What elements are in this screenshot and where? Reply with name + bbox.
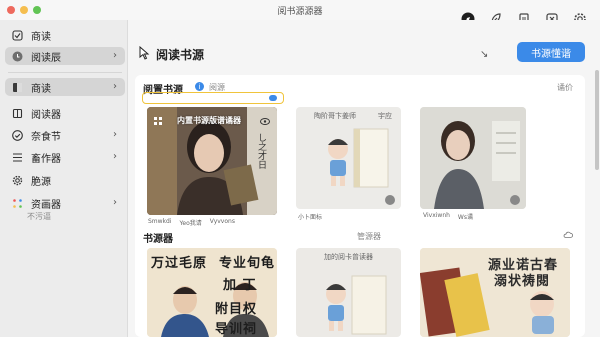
gear-icon <box>11 174 23 186</box>
sidebar-item-3[interactable]: 阅读器 <box>5 104 125 122</box>
cloud-icon[interactable] <box>563 230 573 240</box>
cover-text: 万过毛原 <box>151 256 208 271</box>
grid-dots-icon <box>11 197 23 209</box>
window-title: 阅书源源器 <box>277 6 323 17</box>
cover-text: 溺状祷閱 <box>494 274 551 289</box>
card-side-text: し之才日 <box>256 133 266 169</box>
cover-cartoon-image <box>326 275 387 335</box>
card-meta: Smwkdi Yeo我请 Vyvvons <box>148 218 235 227</box>
sidebar-item-label: 阅读器 <box>31 109 61 121</box>
section-header: 书源器 管源器 <box>143 228 573 245</box>
cover-portrait-image <box>420 107 526 209</box>
sidebar-item-2[interactable]: 商读 › <box>5 78 125 96</box>
selection-highlight <box>142 92 284 104</box>
checkbox-icon <box>11 29 23 41</box>
grid-icon[interactable] <box>153 116 163 126</box>
sidebar-item-label: 阅读辰 <box>31 52 61 64</box>
card-meta-item: Ws谲 <box>457 214 473 221</box>
sidebar-divider <box>8 72 122 73</box>
sort-arrow-icon[interactable]: ↘ <box>480 49 488 60</box>
sidebar-item-label: 商读 <box>31 31 51 43</box>
main-header: 阅读书源 ↘ 书源懂谐 <box>128 40 600 68</box>
clock-icon <box>11 50 23 62</box>
sidebar-item-4[interactable]: 奈食节 › <box>5 126 125 144</box>
pointer-icon <box>138 45 150 63</box>
eye-icon[interactable] <box>260 116 270 126</box>
book-card[interactable] <box>420 107 526 209</box>
book-card[interactable]: 加的阅卡曾读器 <box>296 248 401 337</box>
sidebar-item-5[interactable]: 畜作器 › <box>5 148 125 166</box>
section-action[interactable]: 管源器 <box>357 231 381 242</box>
sidebar-item-6[interactable]: 脃源 <box>5 171 125 189</box>
sidebar-item-label: 畜作器 <box>31 153 61 165</box>
toggle-badge-icon[interactable] <box>269 95 277 101</box>
book-card[interactable]: 源业诺古春 溺状祷閱 <box>420 248 570 337</box>
card-meta-item: 小卜面标 <box>298 214 323 221</box>
sidebar: 商读 阅读辰 › 商读 › 阅读器 奈食节 › 畜作器 › 脃源 资画器 › 不… <box>0 20 128 337</box>
sidebar-item-0[interactable]: 商读 <box>5 26 125 44</box>
check-circle-icon <box>11 129 23 141</box>
chevron-right-icon: › <box>113 129 117 140</box>
sidebar-item-label: 奈食节 <box>31 131 61 143</box>
cover-cartoon-image <box>328 128 389 188</box>
card-meta-item: Vivxiwnh <box>423 212 450 219</box>
book-card[interactable]: 万过毛原 专业旬龟 加 丁 附目权 导训祠 <box>147 248 277 337</box>
cover-text: 导训祠 <box>215 322 258 337</box>
book-source-button[interactable]: 书源懂谐 <box>517 42 585 62</box>
minimize-window-button[interactable] <box>20 6 28 14</box>
sidebar-item-sublabel: 不污逼 <box>27 212 51 221</box>
window-controls <box>7 6 41 14</box>
sidebar-item-7[interactable]: 资画器 › <box>5 194 125 212</box>
zoom-window-button[interactable] <box>33 6 41 14</box>
sidebar-item-label: 脃源 <box>31 176 51 188</box>
card-meta: Vivxiwnh Ws谲 <box>423 212 473 221</box>
card-meta-item: Vyvvons <box>209 218 235 225</box>
chevron-right-icon: › <box>113 151 117 162</box>
badge-icon <box>510 195 520 205</box>
card-meta-item: Yeo我请 <box>179 220 202 227</box>
sidebar-item-label: 资画器 <box>31 199 61 211</box>
book-card[interactable]: 陶阶哥卞姜师 宇应 <box>296 107 401 209</box>
section-title: 书源器 <box>143 234 173 245</box>
card-overlay-title: 内置书源版谱谲器 <box>177 116 241 125</box>
chevron-right-icon: › <box>113 81 117 92</box>
card-meta-item: Smwkdi <box>148 218 172 225</box>
chevron-right-icon: › <box>113 197 117 208</box>
content-area: 阅置书源 i 阅源 谲价 内置书源版谱谲器 し之才日 Smwkdi Yeo我请 … <box>135 75 585 337</box>
book-card[interactable]: 内置书源版谱谲器 し之才日 <box>147 107 277 215</box>
cover-text: 专业旬龟 <box>219 256 276 271</box>
page-title: 阅读书源 <box>156 48 205 62</box>
section-action[interactable]: 谲价 <box>557 82 573 93</box>
cover-text: 加 丁 <box>223 278 257 293</box>
card-meta: 小卜面标 <box>298 212 322 221</box>
badge-icon <box>385 195 395 205</box>
app-window: 阅书源源器 商读 阅读辰 › 商读 › 阅读器 奈食节 › 畜作器 › 脃源 资… <box>0 0 600 337</box>
scrollbar[interactable] <box>595 70 599 170</box>
chevron-right-icon: › <box>113 50 117 61</box>
book-split-icon <box>11 81 23 93</box>
main-panel: 阅读书源 ↘ 书源懂谐 阅置书源 i 阅源 谲价 内置书源版谱谲器 し之才日 S… <box>128 20 600 337</box>
book-icon <box>11 107 23 119</box>
cover-text: 附目权 <box>215 302 258 317</box>
sidebar-item-label: 商读 <box>31 83 51 95</box>
info-icon[interactable]: i <box>195 82 204 91</box>
close-window-button[interactable] <box>7 6 15 14</box>
list-icon <box>11 151 23 163</box>
sidebar-item-1[interactable]: 阅读辰 › <box>5 47 125 65</box>
